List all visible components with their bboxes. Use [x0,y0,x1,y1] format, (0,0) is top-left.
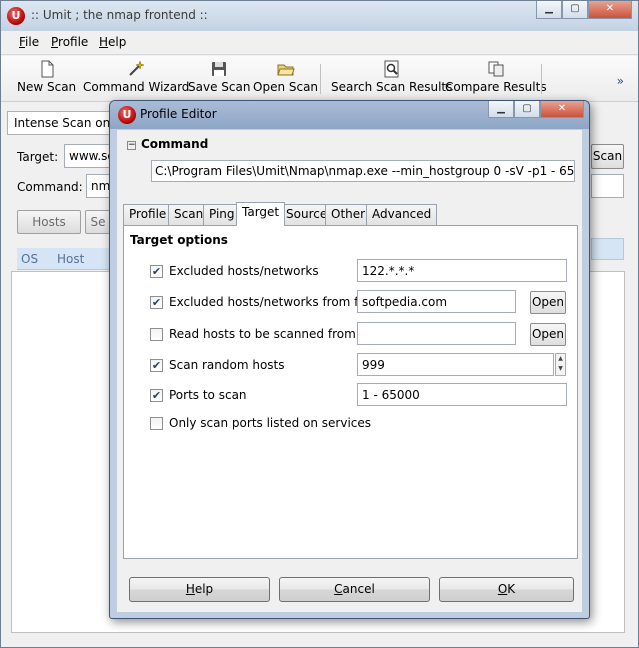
tab-advanced[interactable]: Advanced [366,204,438,225]
option-only-services-ports: Only scan ports listed on services [150,414,570,434]
command-wizard-label: Command Wizard [83,80,190,94]
results-header-strip [591,238,624,260]
profile-editor-dialog: U Profile Editor ▁ ▢ ✕ − Command C:\Progr… [109,100,590,619]
tab-ping[interactable]: Ping [203,204,241,225]
ok-button[interactable]: OK [439,577,574,602]
scan-random-hosts-input[interactable]: 999 [357,353,554,376]
open-scan-label: Open Scan [253,80,319,94]
main-window-title: :: Umit ; the nmap frontend :: [31,8,208,22]
command-input-right[interactable] [591,174,624,198]
menu-help[interactable]: Help [99,35,126,49]
dialog-title: Profile Editor [140,107,217,121]
excluded-hosts-file-checkbox[interactable]: ✔ [150,296,163,309]
open-scan-button[interactable]: Open Scan [253,60,318,94]
search-icon [384,60,399,78]
column-header-os[interactable]: OS [17,248,53,270]
excluded-hosts-input[interactable]: 122.*.*.* [357,259,567,282]
search-scan-results-button[interactable]: Search Scan Results [331,60,452,94]
excluded-hosts-file-open-button[interactable]: Open [530,291,566,314]
ports-to-scan-label: Ports to scan [169,388,247,402]
compare-icon [488,61,504,77]
excluded-hosts-file-label: Excluded hosts/networks from file [169,295,373,309]
hosts-toggle-button[interactable]: Hosts [17,210,81,234]
compare-results-button[interactable]: Compare Results [445,60,547,94]
search-scan-results-label: Search Scan Results [331,80,453,94]
save-scan-label: Save Scan [188,80,251,94]
dialog-close-button[interactable]: ✕ [540,101,584,118]
column-header-host[interactable]: Host [53,248,111,270]
toolbar-separator [320,64,321,94]
minimize-button[interactable]: ▁ [536,1,562,19]
maximize-button[interactable]: ▢ [562,1,588,19]
target-label: Target: [17,150,59,164]
command-wizard-button[interactable]: Command Wizard [83,60,189,94]
dialog-body: − Command C:\Program Files\Umit\Nmap\nmap… [117,130,582,612]
tab-profile[interactable]: Profile [123,204,173,225]
main-window-controls: ▁ ▢ ✕ [536,1,632,19]
compare-results-label: Compare Results [445,80,547,94]
close-button[interactable]: ✕ [588,1,632,19]
only-services-ports-label: Only scan ports listed on services [169,416,372,430]
folder-open-icon [276,64,295,76]
new-scan-label: New Scan [17,80,77,94]
excluded-hosts-label: Excluded hosts/networks [169,264,319,278]
umit-logo-icon: U [118,106,136,124]
toolbar-separator [541,64,542,94]
collapse-icon[interactable]: − [127,141,136,150]
toolbar: New Scan Command Wizard Save Scan Open S… [1,56,638,102]
target-options-panel: Target options ✔ Excluded hosts/networks… [123,225,578,559]
command-preview-field[interactable]: C:\Program Files\Umit\Nmap\nmap.exe --mi… [151,160,575,182]
read-hosts-file-input[interactable] [357,322,516,345]
command-label: Command: [17,180,83,194]
new-document-icon [41,60,54,78]
dialog-maximize-button[interactable]: ▢ [514,101,540,118]
tab-other[interactable]: Other [325,204,372,225]
toolbar-overflow-chevron-icon[interactable]: » [617,74,624,88]
scan-button[interactable]: Scan [591,144,624,169]
read-hosts-file-open-button[interactable]: Open [530,323,566,346]
ports-to-scan-checkbox[interactable]: ✔ [150,389,163,402]
help-button[interactable]: Help [129,577,270,602]
save-scan-button[interactable]: Save Scan [188,60,250,94]
services-toggle-button[interactable]: Se [85,210,111,234]
profile-combo[interactable]: Intense Scan on w [7,111,117,135]
read-hosts-file-checkbox[interactable] [150,328,163,341]
umit-logo-icon: U [7,7,25,25]
dialog-title-bar[interactable]: U Profile Editor ▁ ▢ ✕ [110,101,589,129]
read-hosts-file-label: Read hosts to be scanned from file [169,327,378,341]
dialog-window-controls: ▁ ▢ ✕ [488,101,584,118]
command-section-header[interactable]: − Command [127,137,208,151]
scan-random-hosts-label: Scan random hosts [169,358,285,372]
save-icon [212,62,227,76]
new-scan-button[interactable]: New Scan [17,60,76,94]
main-title-bar[interactable]: U :: Umit ; the nmap frontend :: ▁ ▢ ✕ [1,1,638,31]
menu-profile[interactable]: Profile [51,35,88,49]
spin-arrows-icon[interactable]: ▲ ▼ [555,353,566,376]
ports-to-scan-input[interactable]: 1 - 65000 [357,383,567,406]
target-options-title: Target options [130,233,228,247]
wizard-icon [129,60,145,76]
menu-bar: File Profile Help [1,31,638,55]
target-input[interactable]: www.so [64,144,114,168]
tab-target[interactable]: Target [236,202,286,226]
cancel-button[interactable]: Cancel [279,577,430,602]
excluded-hosts-checkbox[interactable]: ✔ [150,265,163,278]
dialog-minimize-button[interactable]: ▁ [488,101,514,118]
scan-random-hosts-checkbox[interactable]: ✔ [150,359,163,372]
command-section-title: Command [141,137,209,151]
menu-file[interactable]: File [19,35,39,49]
only-services-ports-checkbox[interactable] [150,417,163,430]
excluded-hosts-file-input[interactable]: softpedia.com [357,290,516,313]
